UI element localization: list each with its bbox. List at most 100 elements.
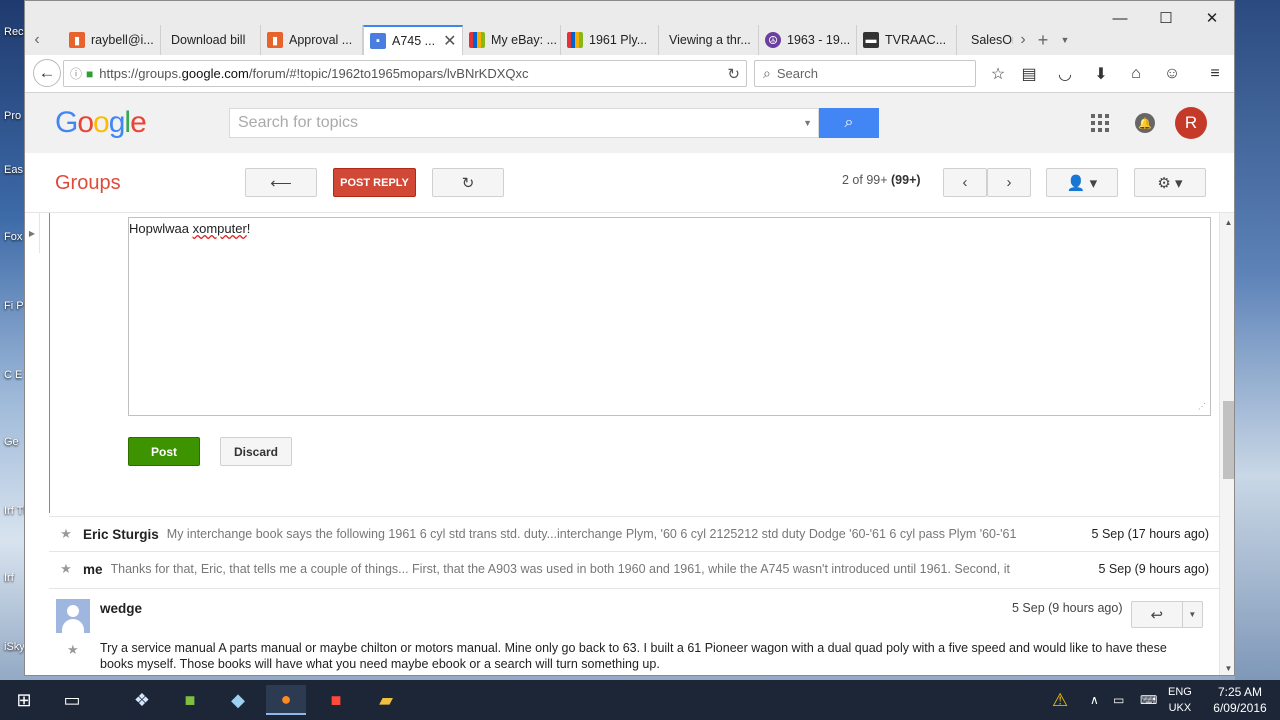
topic-search-placeholder: Search for topics (238, 114, 359, 131)
reload-icon[interactable]: ↻ (727, 65, 740, 83)
desktop-label[interactable]: Ge (4, 436, 19, 448)
lang-top: ENG (1168, 686, 1192, 698)
tab-viewing-thread[interactable]: Viewing a thr... (659, 25, 759, 55)
url-bar[interactable]: ⓘ ■ https://groups.google.com/forum/#!to… (63, 60, 747, 87)
reply-textarea[interactable]: Hopwlwaa xomputer! ⋰ (128, 217, 1211, 416)
member-settings-button[interactable]: 👤 ▾ (1046, 168, 1118, 197)
chevron-down-icon[interactable]: ▼ (803, 118, 812, 128)
dropbox-icon[interactable]: ❖ (122, 685, 162, 715)
evernote-icon[interactable]: ■ (170, 685, 210, 715)
reading-list-icon[interactable]: ▤ (1018, 63, 1040, 85)
desktop-label[interactable]: Fi P (4, 300, 24, 312)
pocket-icon[interactable]: ◡ (1054, 63, 1076, 85)
url-text[interactable]: https://groups.google.com/forum/#!topic/… (99, 66, 528, 81)
tab-label: 1961 Ply... (589, 33, 648, 47)
bookmark-star-icon[interactable]: ☆ (987, 63, 1009, 85)
message-row[interactable]: ★ me Thanks for that, Eric, that tells m… (49, 551, 1219, 586)
clock[interactable]: 7:25 AM 6/09/2016 (1204, 684, 1276, 716)
avatar[interactable] (56, 599, 90, 633)
google-logo[interactable]: Google (55, 106, 147, 140)
chevron-down-icon[interactable]: ▼ (1183, 602, 1202, 627)
tray-warning-icon[interactable]: ⚠ (1052, 680, 1068, 720)
previous-topic-button[interactable]: ‹ (943, 168, 987, 197)
home-icon[interactable]: ⌂ (1125, 63, 1147, 85)
new-tab-icon[interactable]: + (1033, 25, 1053, 55)
desktop-label[interactable]: C E (4, 369, 22, 381)
scrollbar-thumb[interactable] (1223, 401, 1234, 479)
task-view-icon[interactable]: ▭ (52, 685, 92, 715)
resize-grip-icon[interactable]: ⋰ (1198, 402, 1206, 411)
message-row[interactable]: ★ Eric Sturgis My interchange book says … (49, 516, 1219, 551)
tab-1963[interactable]: ☮ 1963 - 19... (759, 25, 857, 55)
desktop-wallpaper (1235, 0, 1280, 680)
tab-download-bill[interactable]: Download bill (161, 25, 261, 55)
tabs-scroll-right-icon[interactable]: › (1013, 25, 1033, 55)
action-center-icon[interactable]: ▭ (1113, 680, 1124, 720)
search-button[interactable]: ⌕ (819, 108, 879, 138)
message-date: 5 Sep (17 hours ago) (1091, 527, 1209, 541)
message-author[interactable]: wedge (100, 601, 142, 616)
groups-title[interactable]: Groups (55, 172, 121, 195)
back-to-topics-button[interactable]: ⟵ (245, 168, 317, 197)
notifications-bell-icon[interactable]: 🔔 (1135, 113, 1155, 133)
back-arrow-icon[interactable]: ← (33, 59, 61, 87)
reply-text-suffix: ! (246, 221, 251, 236)
firefox-icon[interactable]: ● (266, 685, 306, 715)
download-icon[interactable]: ⬇ (1090, 63, 1112, 85)
desktop-label[interactable]: Rec (4, 26, 24, 38)
scroll-up-icon[interactable]: ▲ (1220, 215, 1234, 229)
ebay-icon (469, 32, 485, 48)
discard-button[interactable]: Discard (220, 437, 292, 466)
search-placeholder: Search (776, 66, 819, 81)
post-reply-button[interactable]: POST REPLY (333, 168, 416, 197)
tray-expand-icon[interactable]: ∧ (1090, 680, 1099, 720)
language-indicator[interactable]: ENG UKX (1168, 684, 1192, 716)
apps-grid-icon[interactable] (1091, 114, 1109, 132)
chat-icon[interactable]: ☺ (1161, 63, 1183, 85)
account-avatar[interactable]: R (1175, 107, 1207, 139)
search-icon: ⌕ (844, 114, 854, 131)
tab-tvraac[interactable]: ▬ TVRAAC... (857, 25, 957, 55)
clock-time: 7:25 AM (1217, 685, 1263, 699)
star-icon[interactable]: ★ (49, 526, 83, 542)
tab-a745-active[interactable]: ▪ A745 ... ✕ (363, 25, 463, 55)
lang-bottom: UKX (1168, 702, 1192, 714)
desktop-label[interactable]: Pro (4, 110, 21, 122)
desktop-label[interactable]: Irf (4, 572, 14, 584)
peace-icon: ☮ (765, 32, 781, 48)
expand-sidebar-icon[interactable]: ▶ (25, 213, 40, 253)
tab-my-ebay[interactable]: My eBay: ... (463, 25, 561, 55)
tab-1961-ply[interactable]: 1961 Ply... (561, 25, 659, 55)
star-icon[interactable]: ★ (49, 561, 83, 577)
reply-arrow-icon[interactable]: ↩ (1132, 602, 1183, 627)
next-topic-button[interactable]: › (987, 168, 1031, 197)
tab-salesor[interactable]: SalesOr (957, 25, 1013, 55)
chevron-right-icon: › (1006, 174, 1012, 191)
page-scrollbar[interactable]: ▲ ▼ (1219, 213, 1234, 675)
settings-button[interactable]: ⚙ ▾ (1134, 168, 1206, 197)
tab-label: raybell@i... (91, 33, 154, 47)
file-explorer-icon[interactable]: ▰ (366, 685, 406, 715)
keyboard-icon[interactable]: ⌨ (1140, 680, 1157, 720)
hamburger-menu-icon[interactable]: ≡ (1204, 63, 1226, 85)
close-tab-icon[interactable]: ✕ (443, 31, 456, 51)
thread-content: ▶ Hopwlwaa xomputer! ⋰ Post Discard ★ Eri… (25, 213, 1234, 675)
info-icon[interactable]: ⓘ (70, 65, 82, 82)
lock-icon: ■ (86, 66, 94, 81)
desktop-label[interactable]: Fox (4, 231, 22, 243)
topic-search-input[interactable]: Search for topics ▼ (229, 108, 819, 138)
post-button[interactable]: Post (128, 437, 200, 466)
tab-label: Approval ... (289, 33, 353, 47)
tab-approval[interactable]: ▮ Approval ... (261, 25, 363, 55)
star-icon[interactable]: ★ (67, 642, 79, 658)
windows-start-icon[interactable]: ⊞ (4, 685, 44, 715)
tab-mail-1[interactable]: ▮ raybell@i... (63, 25, 161, 55)
refresh-button[interactable]: ↻ (432, 168, 504, 197)
expanded-message: wedge 5 Sep (9 hours ago) ↩ ▼ ★ Try a se… (49, 588, 1219, 675)
wps-office-icon[interactable]: ■ (316, 685, 356, 715)
mail-icon: ▮ (267, 32, 283, 48)
scroll-down-icon[interactable]: ▼ (1220, 661, 1234, 675)
browser-search-field[interactable]: ⌕ Search (754, 60, 976, 87)
notepad-icon[interactable]: ◆ (218, 685, 258, 715)
tab-list-chevron-icon[interactable]: ▼ (1055, 25, 1075, 55)
